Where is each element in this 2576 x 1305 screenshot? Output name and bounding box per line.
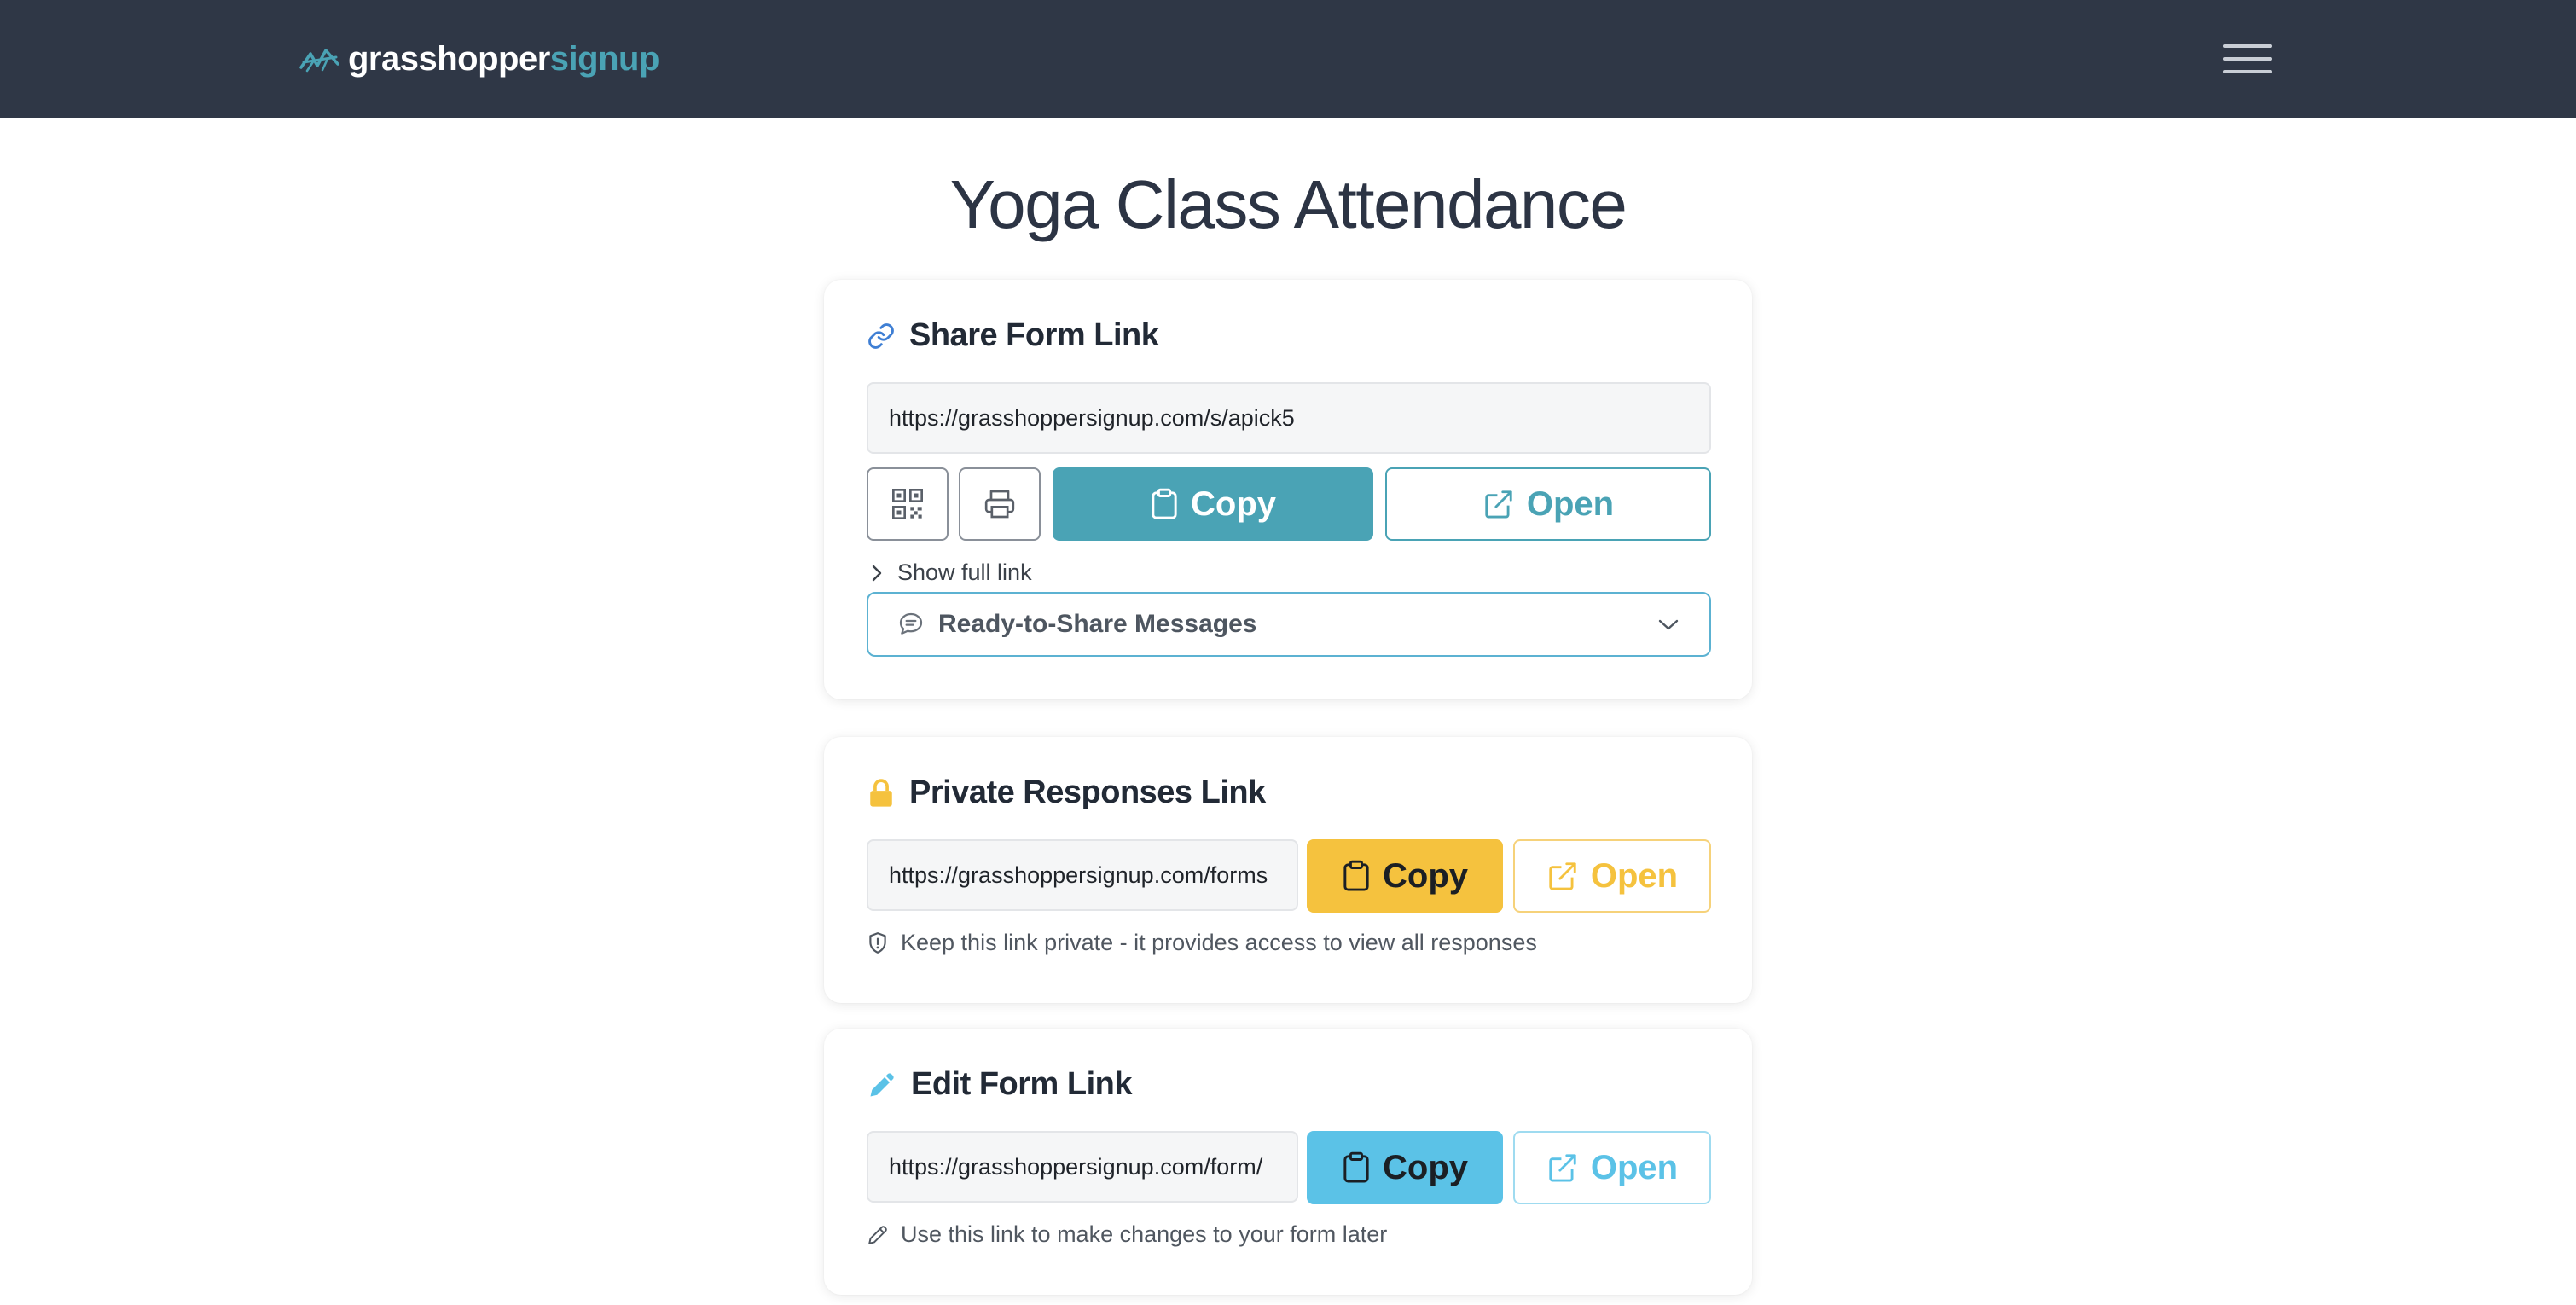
brand-link[interactable]: grasshoppersignup [299, 38, 659, 80]
print-button[interactable] [959, 467, 1041, 541]
pencil-outline-icon [868, 1225, 887, 1244]
private-card-heading: Private Responses Link [867, 774, 1266, 811]
external-link-icon [1549, 862, 1576, 890]
share-open-button[interactable]: Open [1385, 467, 1711, 541]
shield-alert-icon [869, 931, 886, 954]
share-url-field[interactable]: https://grasshoppersignup.com/s/apick5 [867, 382, 1711, 454]
clipboard-icon [1343, 1151, 1369, 1183]
private-open-button[interactable]: Open [1513, 839, 1711, 913]
edit-card-title: Edit Form Link [911, 1066, 1133, 1102]
edit-link-note: Use this link to make changes to your fo… [867, 1221, 1387, 1248]
ready-to-share-messages-dropdown[interactable]: Ready-to-Share Messages [867, 592, 1711, 657]
private-url-field[interactable]: https://grasshoppersignup.com/forms [867, 839, 1298, 911]
edit-note-text: Use this link to make changes to your fo… [901, 1221, 1388, 1247]
edit-open-button[interactable]: Open [1513, 1131, 1711, 1204]
share-form-link-card: Share Form Link https://grasshoppersignu… [824, 280, 1752, 699]
private-card-title: Private Responses Link [909, 774, 1266, 810]
edit-url-field[interactable]: https://grasshoppersignup.com/form/ [867, 1131, 1298, 1203]
clipboard-icon [1343, 860, 1369, 891]
edit-open-label: Open [1590, 1148, 1679, 1186]
brand-name-part1: grasshopper [348, 40, 550, 78]
page-title: Yoga Class Attendance [949, 166, 1627, 242]
share-copy-button[interactable]: Copy [1053, 467, 1373, 541]
share-card-heading: Share Form Link [867, 317, 1159, 354]
link-icon [868, 322, 894, 349]
private-open-label: Open [1590, 856, 1679, 895]
qr-code-icon [892, 489, 923, 519]
show-full-link-toggle[interactable]: Show full link [868, 560, 1032, 586]
chat-bubble-icon [899, 612, 923, 635]
chevron-right-icon [872, 565, 882, 581]
external-link-icon [1549, 1154, 1576, 1182]
private-copy-button[interactable]: Copy [1307, 839, 1503, 913]
external-link-icon [1485, 490, 1512, 519]
pencil-icon [870, 1072, 894, 1096]
private-copy-label: Copy [1383, 856, 1468, 895]
share-open-label: Open [1526, 484, 1615, 523]
brand-name: grasshoppersignup [348, 42, 659, 76]
clipboard-icon [1152, 488, 1177, 519]
grasshopper-logo-icon [299, 49, 339, 72]
messages-dropdown-label: Ready-to-Share Messages [938, 610, 1257, 638]
share-card-title: Share Form Link [909, 317, 1159, 353]
edit-copy-button[interactable]: Copy [1307, 1131, 1503, 1204]
chevron-down-icon [1658, 619, 1679, 630]
private-link-note: Keep this link private - it provides acc… [867, 930, 1537, 956]
printer-icon [984, 490, 1015, 519]
lock-icon [870, 778, 892, 807]
top-navbar: grasshoppersignup [0, 0, 2576, 118]
edit-form-link-card: Edit Form Link https://grasshoppersignup… [824, 1029, 1752, 1295]
show-full-link-label: Show full link [897, 560, 1032, 585]
qr-code-button[interactable] [867, 467, 949, 541]
hamburger-menu-icon[interactable] [2223, 38, 2272, 80]
private-note-text: Keep this link private - it provides acc… [901, 930, 1537, 955]
edit-card-heading: Edit Form Link [867, 1066, 1133, 1103]
edit-copy-label: Copy [1383, 1148, 1468, 1186]
share-copy-label: Copy [1191, 484, 1276, 523]
private-responses-link-card: Private Responses Link https://grasshopp… [824, 737, 1752, 1003]
brand-name-part2: signup [549, 40, 660, 78]
